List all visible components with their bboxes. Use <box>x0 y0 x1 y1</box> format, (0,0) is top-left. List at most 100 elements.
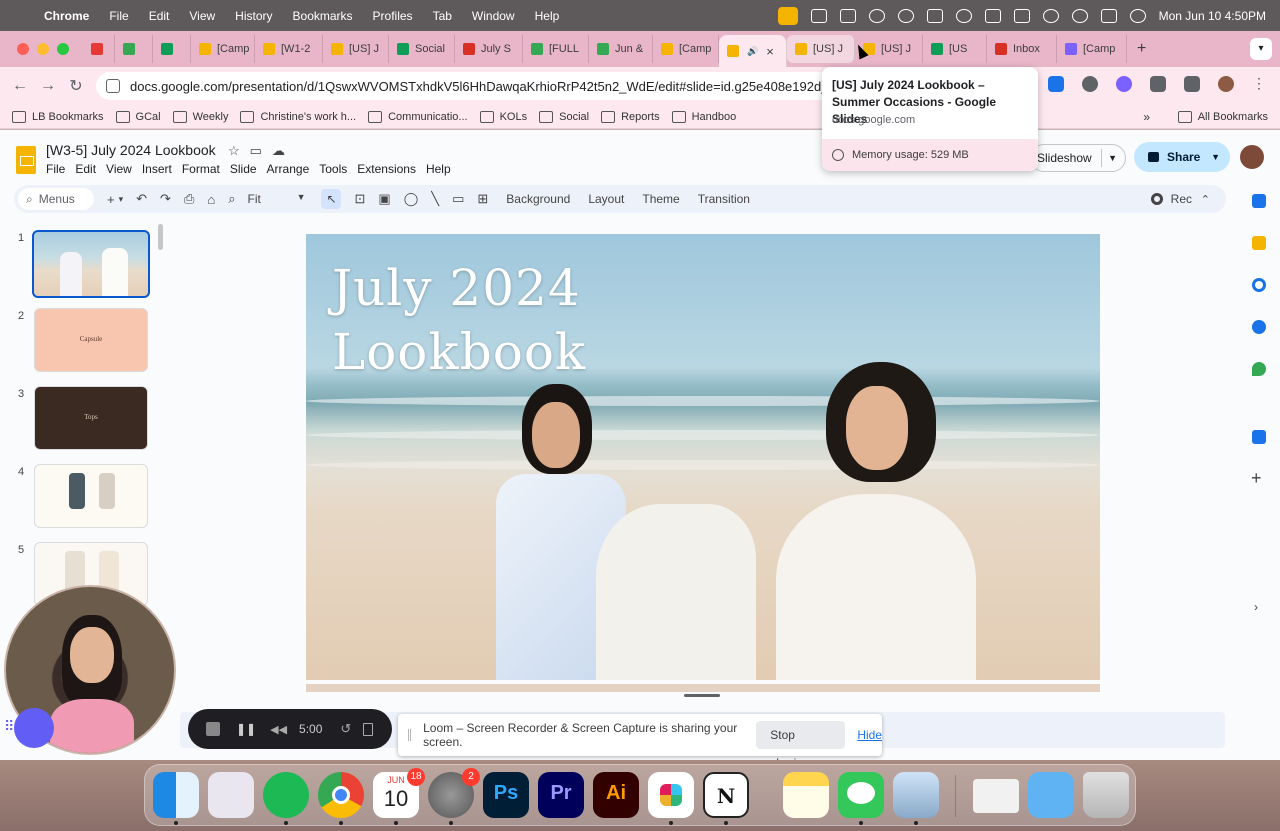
download-icon[interactable] <box>1184 75 1200 92</box>
browser-tab[interactable]: [US] J <box>323 35 389 63</box>
slide-thumbnail-3[interactable]: Tops <box>34 386 148 450</box>
recent-document-icon[interactable] <box>973 779 1019 813</box>
slides-menu-extensions[interactable]: Extensions <box>357 162 416 176</box>
trash-icon[interactable] <box>363 722 374 736</box>
paint-format-icon[interactable]: ⌂ <box>207 192 215 207</box>
account-avatar[interactable] <box>1240 145 1264 169</box>
status-circle-icon[interactable] <box>868 8 885 23</box>
drag-grip-icon[interactable]: ║ <box>406 730 413 741</box>
back-arrow-icon[interactable]: ← <box>6 77 34 95</box>
menu-bookmarks[interactable]: Bookmarks <box>293 9 353 23</box>
slides-menu-arrange[interactable]: Arrange <box>267 162 310 176</box>
redo-icon[interactable]: ↷ <box>160 191 171 207</box>
pause-icon[interactable]: ❚❚ <box>236 722 256 736</box>
launchpad-icon[interactable] <box>208 772 254 818</box>
browser-tab[interactable]: Jun & <box>589 35 653 63</box>
print-icon[interactable]: ⎙ <box>184 191 194 207</box>
url-text[interactable]: docs.google.com/presentation/d/1QswxWVOM… <box>130 79 843 94</box>
claude-extension-icon[interactable] <box>1116 75 1132 92</box>
rec-button[interactable]: Rec <box>1150 192 1192 206</box>
slide-title[interactable]: July 2024 Lookbook <box>332 256 586 384</box>
input-source-icon[interactable] <box>984 8 1001 23</box>
premiere-icon[interactable]: Pr <box>538 772 584 818</box>
system-settings-icon[interactable]: 2 <box>428 768 480 818</box>
browser-tab[interactable]: 🔊 × <box>719 35 787 67</box>
slides-menu-file[interactable]: File <box>46 162 65 176</box>
siri-icon[interactable] <box>1129 8 1146 23</box>
keep-side-icon[interactable] <box>1252 236 1266 250</box>
browser-tab[interactable]: [Camp <box>1057 35 1127 63</box>
profile-avatar[interactable] <box>1218 75 1234 92</box>
hide-sharing-bar-link[interactable]: Hide <box>857 728 882 742</box>
downloads-folder-icon[interactable] <box>1028 772 1074 818</box>
zoom-window-icon[interactable] <box>57 43 69 55</box>
illustrator-icon[interactable]: Ai <box>593 772 639 818</box>
slides-menu-slide[interactable]: Slide <box>230 162 257 176</box>
slides-logo-icon[interactable] <box>16 146 36 174</box>
tab-search-chevron-icon[interactable]: ▾ <box>1250 38 1272 60</box>
comment-icon[interactable]: ⊞ <box>477 191 488 207</box>
browser-tab[interactable]: [Camp <box>653 35 719 63</box>
extension-status-icon[interactable] <box>810 8 827 23</box>
menu-help[interactable]: Help <box>535 9 560 23</box>
slide-thumbnail-2[interactable]: Capsule <box>34 308 148 372</box>
new-slide-chevron-icon[interactable]: ▾ <box>119 194 124 205</box>
slides-menu-edit[interactable]: Edit <box>75 162 96 176</box>
puzzle-extensions-icon[interactable] <box>1150 75 1166 92</box>
browser-tab[interactable]: Social <box>389 35 455 63</box>
side-panel-chevron-icon[interactable]: › <box>1254 600 1258 614</box>
new-tab-icon[interactable]: + <box>1137 40 1146 58</box>
control-center-icon[interactable] <box>1100 8 1117 23</box>
slideshow-chevron-down-icon[interactable]: ▼ <box>1108 153 1117 163</box>
finder-icon[interactable] <box>153 772 199 818</box>
slide-thumbnail-4[interactable] <box>34 464 148 528</box>
bookmark-item[interactable]: Handboo <box>671 110 736 123</box>
slides-menu-insert[interactable]: Insert <box>142 162 172 176</box>
bookmark-item[interactable]: Christine's work h... <box>240 110 356 123</box>
tasks-side-icon[interactable] <box>1252 278 1266 292</box>
spotify-icon[interactable] <box>263 772 309 818</box>
apple-icon[interactable] <box>16 8 32 24</box>
browser-tab[interactable] <box>153 35 191 63</box>
browser-tab[interactable] <box>115 35 153 63</box>
bookmark-item[interactable]: Communicatio... <box>368 110 468 123</box>
messages-icon[interactable] <box>838 772 884 818</box>
undo-icon[interactable]: ↶ <box>136 191 147 207</box>
shape-icon[interactable]: ◯ <box>404 191 419 207</box>
chrome-menu-icon[interactable]: ⋮ <box>1252 75 1266 92</box>
stop-sharing-button[interactable]: Stop sharing <box>756 721 846 770</box>
notes-icon[interactable] <box>783 772 829 818</box>
bookmark-item[interactable]: Weekly <box>172 110 228 123</box>
slide-thumbnail-1[interactable] <box>32 230 150 298</box>
address-bar[interactable]: docs.google.com/presentation/d/1QswxWVOM… <box>96 72 946 100</box>
contacts-side-icon[interactable] <box>1252 320 1266 334</box>
site-info-icon[interactable] <box>106 79 120 93</box>
move-folder-icon[interactable]: ▭ <box>250 143 262 159</box>
restart-icon[interactable]: ↺ <box>340 721 351 737</box>
slide-canvas[interactable]: July 2024 Lookbook <box>306 234 1100 680</box>
insert-image-icon[interactable]: ▣ <box>378 191 390 207</box>
notion-status-icon[interactable] <box>839 8 856 23</box>
menu-bar-clock[interactable]: Mon Jun 10 4:50PM <box>1159 9 1266 23</box>
star-icon[interactable]: ☆ <box>228 143 240 159</box>
document-title[interactable]: [W3-5] July 2024 Lookbook <box>46 142 216 158</box>
select-cursor-icon[interactable]: ↖ <box>321 189 342 209</box>
bookmark-item[interactable]: LB Bookmarks <box>12 110 104 123</box>
share-chevron-down-icon[interactable]: ▼ <box>1211 152 1220 162</box>
loom-menu-button[interactable] <box>14 708 54 748</box>
browser-tab[interactable]: [FULL <box>523 35 589 63</box>
trash-can-icon[interactable] <box>1083 772 1129 818</box>
browser-tab[interactable] <box>83 35 115 63</box>
browser-tab[interactable]: Inbox <box>987 35 1057 63</box>
text-box-icon[interactable]: ⊡ <box>354 191 365 207</box>
chrome-icon[interactable] <box>318 772 364 818</box>
bookmark-extension-icon[interactable] <box>1048 75 1064 92</box>
collapse-toolbar-chevron-icon[interactable]: ⌃ <box>1201 193 1210 206</box>
stop-recording-icon[interactable] <box>206 722 220 736</box>
loom-drag-handle-icon[interactable]: ⠿ <box>4 718 14 735</box>
battery-icon[interactable] <box>1013 8 1030 23</box>
grammarly-icon[interactable] <box>955 8 972 23</box>
calendar-side-icon[interactable] <box>1252 194 1266 208</box>
close-tab-icon[interactable]: × <box>766 44 774 59</box>
menu-file[interactable]: File <box>109 9 128 23</box>
